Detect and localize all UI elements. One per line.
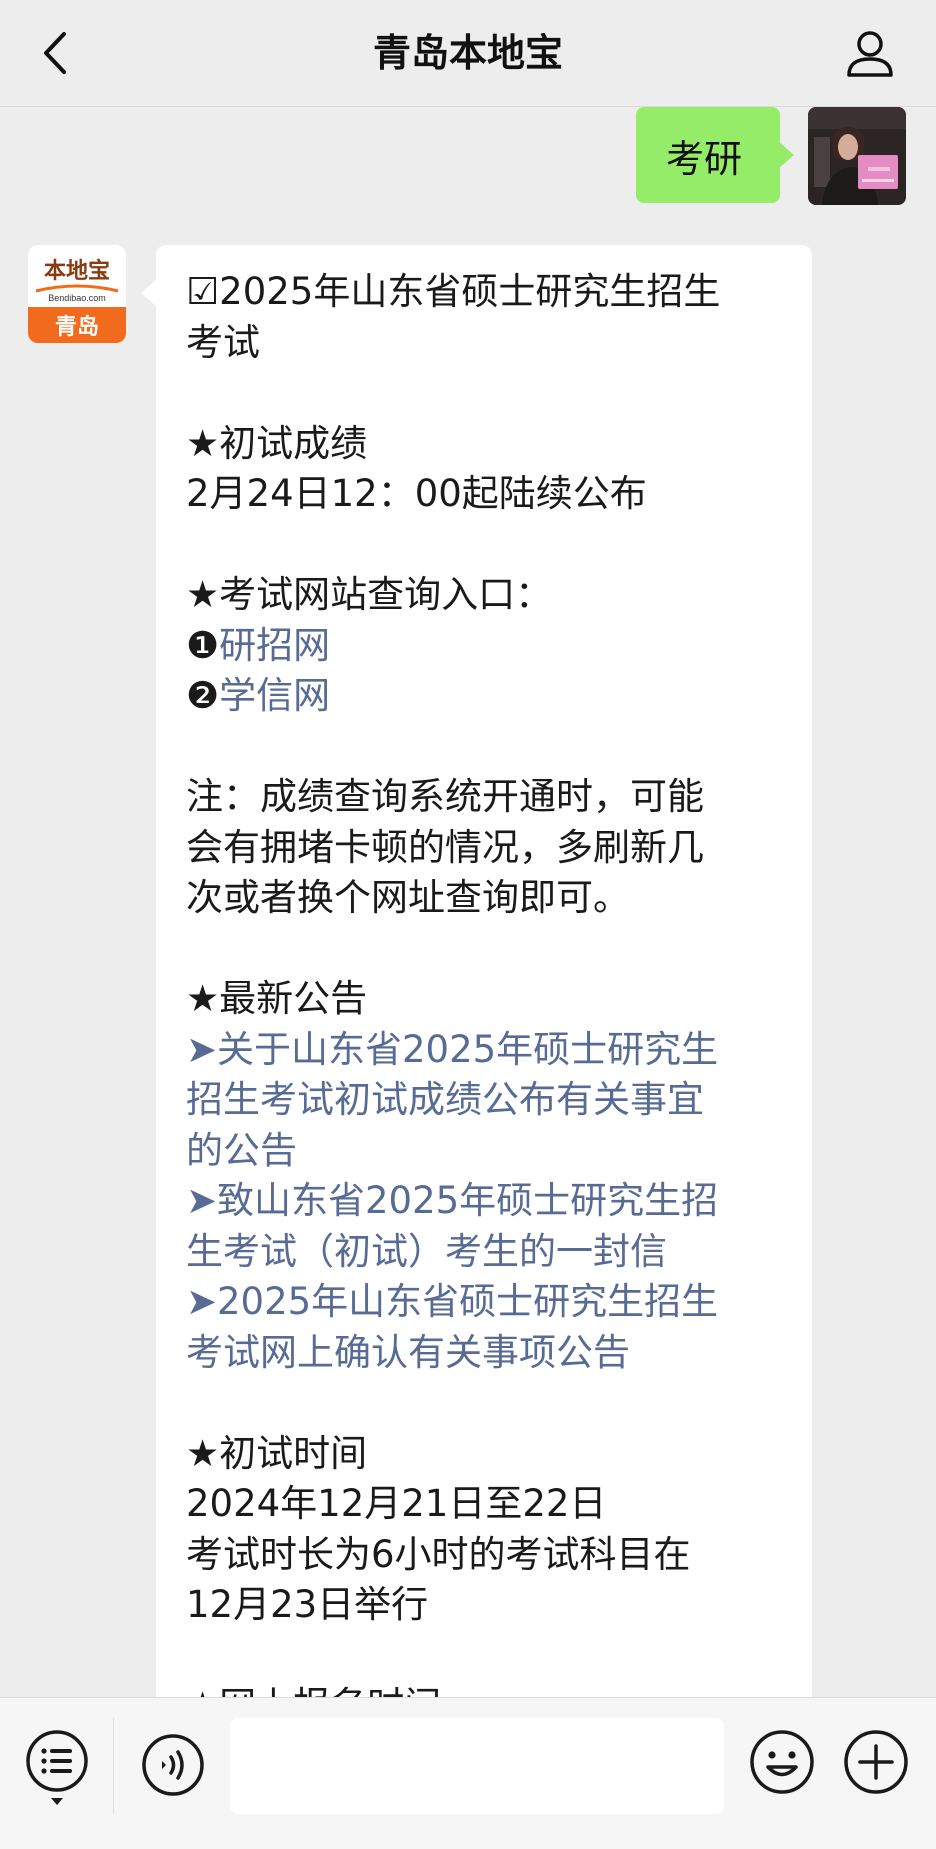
exam-extra-date-text: 12月23日举行 xyxy=(186,1583,429,1626)
portal-item-1: ❶研招网 xyxy=(186,621,784,672)
logo-top-text: 本地宝 xyxy=(44,258,110,283)
user-avatar[interactable] xyxy=(808,107,906,205)
announcement-link-3-cont[interactable]: 考试网上确认有关事项公告 xyxy=(186,1328,784,1379)
input-toolbar xyxy=(0,1697,936,1849)
outgoing-message: 考研 xyxy=(636,107,906,205)
chat-area[interactable]: 考研 本地宝 Bendibao.com 青岛 ☑2025年山东省硕士研究生招生 … xyxy=(0,107,936,1697)
outgoing-text: 考研 xyxy=(666,136,743,181)
outgoing-bubble[interactable]: 考研 xyxy=(636,107,794,203)
logo-city-text: 青岛 xyxy=(55,314,99,339)
emoji-icon xyxy=(750,1730,814,1794)
emoji-button[interactable] xyxy=(748,1728,816,1796)
announcement-link-2-cont[interactable]: 生考试（初试）考生的一封信 xyxy=(186,1227,784,1278)
section-heading-announcements: ★最新公告 xyxy=(186,977,368,1020)
incoming-message: 本地宝 Bendibao.com 青岛 ☑2025年山东省硕士研究生招生 考试 … xyxy=(28,245,812,1697)
page-title: 青岛本地宝 xyxy=(372,31,563,75)
message-title-cont: 考试 xyxy=(186,320,260,364)
note-text-1: 注：成绩查询系统开通时，可能 xyxy=(186,775,704,818)
note-text-3: 次或者换个网址查询即可。 xyxy=(186,876,630,919)
menu-button[interactable] xyxy=(24,1728,90,1810)
bendibao-logo: 本地宝 Bendibao.com 青岛 xyxy=(28,245,126,343)
user-avatar-image xyxy=(808,107,906,205)
exam-duration-text: 考试时长为6小时的考试科目在 xyxy=(186,1532,691,1576)
section-heading-scores: ★初试成绩 xyxy=(186,421,368,465)
announcement-link-2[interactable]: ➤致山东省2025年硕士研究生招 xyxy=(186,1176,784,1227)
plus-icon xyxy=(844,1730,908,1794)
exam-date-text: 2024年12月21日至22日 xyxy=(186,1482,607,1525)
announcement-link-3[interactable]: ➤2025年山东省硕士研究生招生 xyxy=(186,1277,784,1328)
link-xuexin[interactable]: 学信网 xyxy=(219,674,330,717)
portal-item-2: ❷学信网 xyxy=(186,671,784,722)
top-nav-bar: 青岛本地宝 xyxy=(0,0,936,107)
more-button[interactable] xyxy=(842,1728,910,1796)
list-menu-icon xyxy=(26,1730,88,1805)
scores-release-text: 2月24日12：00起陆续公布 xyxy=(186,472,647,515)
voice-icon xyxy=(142,1734,204,1796)
link-yanzhao[interactable]: 研招网 xyxy=(219,624,330,667)
announcement-link-1-cont[interactable]: 招生考试初试成绩公布有关事宜 xyxy=(186,1075,784,1126)
incoming-bubble[interactable]: ☑2025年山东省硕士研究生招生 考试 ★初试成绩 2月24日12：00起陆续公… xyxy=(141,245,812,1697)
logo-domain-text: Bendibao.com xyxy=(48,293,106,303)
section-heading-portals: ★考试网站查询入口： xyxy=(186,573,553,616)
bot-avatar[interactable]: 本地宝 Bendibao.com 青岛 xyxy=(28,245,126,343)
announcement-link-1-cont2[interactable]: 的公告 xyxy=(186,1126,784,1177)
message-input[interactable] xyxy=(230,1718,724,1814)
section-heading-exam-time: ★初试时间 xyxy=(186,1431,368,1475)
note-text-2: 会有拥堵卡顿的情况，多刷新几 xyxy=(186,825,704,869)
number-badge-1: ❶ xyxy=(186,623,220,667)
profile-button[interactable] xyxy=(840,24,900,84)
number-badge-2: ❷ xyxy=(186,674,220,717)
section-heading-registration: ★网上报名时间 xyxy=(186,1681,784,1697)
voice-button[interactable] xyxy=(140,1732,206,1798)
announcement-link-1[interactable]: ➤关于山东省2025年硕士研究生 xyxy=(186,1025,784,1076)
toolbar-divider xyxy=(113,1718,114,1814)
person-icon xyxy=(847,31,893,77)
message-title: ☑2025年山东省硕士研究生招生 xyxy=(186,270,721,313)
